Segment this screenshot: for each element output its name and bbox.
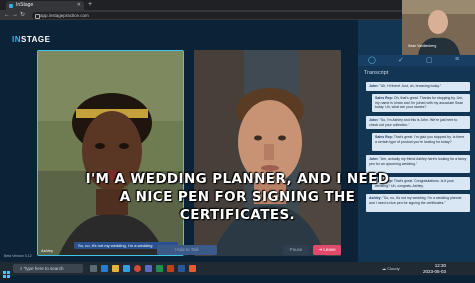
- avatar-name-label: Ashley: [41, 248, 54, 253]
- transcript-message: John: "So, I'm Ashley and this is John. …: [366, 116, 470, 129]
- close-tab-icon[interactable]: ✕: [77, 1, 81, 10]
- back-icon[interactable]: ←: [4, 10, 10, 20]
- os-taskbar: ⌕ Type here to search ☁ Cloudy 12:30 202…: [0, 262, 475, 278]
- windows-start-icon[interactable]: [3, 265, 10, 278]
- transcript-message: John: "Uh, Hi there! Just, uh, browsing …: [366, 82, 470, 91]
- transcript-title: Transcript: [364, 70, 389, 76]
- check-tab-icon[interactable]: ✓: [398, 56, 404, 64]
- hold-to-talk-button[interactable]: Hold to Talk: [157, 245, 217, 255]
- transcript-message: Sales Rep: Oh, that's great. Thanks for …: [372, 94, 470, 112]
- url-text: app.instagepractice.com: [40, 12, 89, 18]
- chrome-icon[interactable]: [134, 265, 141, 272]
- weather-status: ☁ Cloudy: [382, 266, 400, 271]
- address-bar[interactable]: app.instagepractice.com: [32, 11, 422, 19]
- john-avatar-image: [194, 50, 341, 256]
- excel-icon[interactable]: [156, 265, 163, 272]
- edge-icon[interactable]: [101, 265, 108, 272]
- caption-line-3: CERTIFICATES.: [179, 207, 296, 223]
- taskbar-search[interactable]: ⌕ Type here to search: [13, 264, 83, 273]
- sidebar-tabs: ◯ ✓ ▢ ≡: [358, 55, 475, 66]
- powerpoint-icon[interactable]: [167, 265, 174, 272]
- instage-logo: INSTAGE: [12, 35, 51, 44]
- notes-tab-icon[interactable]: ▢: [426, 56, 433, 64]
- caption-line-2: A NICE PEN FOR SIGNING THE: [119, 189, 356, 205]
- reload-icon[interactable]: ↻: [20, 10, 25, 20]
- app-icon[interactable]: [189, 265, 196, 272]
- pause-button[interactable]: Pause: [283, 245, 309, 255]
- ashley-avatar-image: [38, 51, 183, 255]
- favicon-icon: [9, 3, 13, 8]
- leave-button[interactable]: ⇥ Leave: [313, 245, 341, 255]
- file-explorer-icon[interactable]: [112, 265, 119, 272]
- chat-tab-icon[interactable]: ◯: [368, 56, 376, 64]
- avatar-panel-john: John: [194, 50, 341, 256]
- lock-icon: [35, 13, 40, 19]
- caption-line-1: I'M A WEDDING PLANNER, AND I NEED: [85, 171, 390, 187]
- beta-version: Beta Version 0.12: [4, 254, 32, 258]
- webcam-name: Sean Vanillenberg: [408, 44, 437, 48]
- system-clock: 12:30 2023-05-03: [423, 263, 447, 274]
- browser-tab[interactable]: InStage ✕: [6, 1, 84, 10]
- tab-title: InStage: [16, 2, 34, 8]
- transcript-message: Sales Rep: That's great. I'm glad you st…: [372, 133, 470, 151]
- avatar-panel-ashley: So, no, it's not my wedding. I'm a weddi…: [37, 50, 184, 256]
- forward-icon[interactable]: →: [12, 10, 18, 20]
- menu-tab-icon[interactable]: ≡: [455, 56, 459, 63]
- word-icon[interactable]: [178, 265, 185, 272]
- new-tab-icon[interactable]: +: [88, 0, 92, 10]
- task-view-icon[interactable]: [90, 265, 97, 272]
- store-icon[interactable]: [123, 265, 130, 272]
- teams-icon[interactable]: [145, 265, 152, 272]
- user-webcam: Sean Vanillenberg: [402, 0, 475, 55]
